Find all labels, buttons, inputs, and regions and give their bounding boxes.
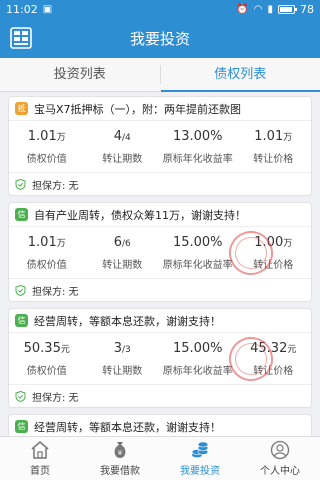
nav-label: 个人中心: [260, 466, 300, 477]
bottom-nav: 首页 ¥ 我要借款 我要投资 个人中心: [0, 436, 320, 480]
list-tabs: 投资列表 债权列表: [0, 58, 320, 92]
credit-tag: 信: [15, 314, 28, 327]
battery-icon: [278, 4, 297, 14]
person-icon: [270, 440, 290, 460]
page-title: 我要投资: [129, 29, 190, 48]
stat-label: 转让期数: [102, 153, 143, 165]
stat-value: 1.01: [254, 128, 284, 144]
coins-icon: [191, 441, 209, 458]
status-time: 11:02: [6, 2, 38, 16]
stat-annual-yield: 13.00% 原标年化收益率: [160, 121, 236, 172]
nav-invest[interactable]: 我要投资: [160, 437, 240, 480]
stat-unit: /6: [122, 238, 131, 249]
app-header: 我要投资: [0, 18, 320, 58]
stat-unit: 元: [60, 344, 70, 355]
nav-borrow[interactable]: ¥ 我要借款: [80, 437, 160, 480]
stat-unit: 万: [283, 238, 293, 249]
debt-card[interactable]: 信 自有产业周转，债权众筹11万，谢谢支持！ 1.01万 债权价值 6/6 转让…: [8, 202, 312, 302]
card-title: 经营周转，等额本息还款，谢谢支持！: [34, 420, 221, 434]
credit-tag: 信: [15, 208, 28, 221]
status-bar: 11:02 ▣ ⏰ ◠ ▮ 78: [0, 0, 320, 18]
debt-card[interactable]: 信 经营周转，等额本息还款，谢谢支持！ 50.35元 债权价值 3/3 转让期数…: [8, 308, 312, 408]
stat-annual-yield: 15.00% 原标年化收益率: [160, 227, 236, 278]
card-title: 宝马X7抵押标（一），附：两年提前还款图: [34, 102, 242, 116]
shield-icon: [15, 284, 26, 296]
card-stats: 1.01万 债权价值 6/6 转让期数 15.00% 原标年化收益率 1.00万…: [9, 225, 311, 281]
stat-unit: 万: [56, 238, 66, 249]
mortgage-tag: 抵: [15, 102, 28, 115]
notification-icon: ▣: [42, 3, 53, 15]
stat-label: 转让期数: [102, 259, 143, 271]
card-header: 抵 宝马X7抵押标（一），附：两年提前还款图: [9, 97, 311, 121]
alarm-icon: ⏰: [236, 3, 249, 15]
card-title: 经营周转，等额本息还款，谢谢支持！: [34, 314, 221, 328]
stat-transfer-periods: 3/3 转让期数: [85, 333, 161, 384]
stat-label: 债权价值: [26, 259, 67, 271]
nav-label: 我要借款: [100, 466, 140, 477]
wifi-icon: ◠: [253, 3, 263, 15]
card-header: 信 经营周转，等额本息还款，谢谢支持！: [9, 415, 311, 436]
card-stats: 1.01万 债权价值 4/4 转让期数 13.00% 原标年化收益率 1.01万…: [9, 121, 311, 173]
shield-icon: [15, 390, 26, 402]
shield-icon: [15, 178, 26, 190]
stat-unit: 万: [56, 132, 66, 143]
stat-transfer-periods: 4/4 转让期数: [85, 121, 161, 172]
guarantee-row: 担保方: 无: [9, 173, 311, 195]
grid-menu-icon[interactable]: [10, 27, 32, 49]
stat-value: 4: [113, 128, 122, 144]
home-icon: [31, 441, 49, 459]
stat-label: 原标年化收益率: [162, 365, 233, 377]
stat-value: 50.35: [23, 340, 61, 356]
stat-label: 债权价值: [26, 153, 67, 165]
stat-debt-value: 50.35元 债权价值: [9, 333, 85, 384]
stat-transfer-price: 1.01万 转让价格: [236, 121, 312, 172]
debt-list[interactable]: 抵 宝马X7抵押标（一），附：两年提前还款图 1.01万 债权价值 4/4 转让…: [0, 92, 320, 436]
stat-transfer-periods: 6/6 转让期数: [85, 227, 161, 278]
svg-text:¥: ¥: [118, 449, 123, 457]
money-bag-icon: ¥: [114, 442, 126, 458]
stat-unit: 元: [287, 344, 297, 355]
card-header: 信 自有产业周转，债权众筹11万，谢谢支持！: [9, 203, 311, 227]
guarantee-row: 担保方: 无: [9, 385, 311, 407]
stat-label: 债权价值: [26, 365, 67, 377]
stat-unit: 万: [283, 132, 293, 143]
guarantee-text: 担保方: 无: [32, 286, 79, 298]
nav-home[interactable]: 首页: [0, 437, 80, 480]
guarantee-text: 担保方: 无: [32, 180, 79, 192]
stat-annual-yield: 15.00% 原标年化收益率: [160, 333, 236, 384]
stat-value: 6: [113, 234, 122, 250]
stat-value: 1.01: [27, 234, 57, 250]
nav-profile[interactable]: 个人中心: [240, 437, 320, 480]
nav-label: 我要投资: [180, 466, 220, 477]
stat-debt-value: 1.01万 债权价值: [9, 121, 85, 172]
battery-level: 78: [300, 2, 314, 16]
card-title: 自有产业周转，债权众筹11万，谢谢支持！: [34, 208, 246, 222]
stat-label: 原标年化收益率: [162, 153, 233, 165]
stat-unit: /3: [122, 344, 131, 355]
tab-debt-list[interactable]: 债权列表: [160, 58, 320, 92]
stat-label: 转让价格: [253, 153, 294, 165]
stat-value: 15.00%: [172, 340, 223, 356]
stat-value: 13.00%: [172, 128, 223, 144]
card-header: 信 经营周转，等额本息还款，谢谢支持！: [9, 309, 311, 333]
stat-label: 转让期数: [102, 365, 143, 377]
stat-value: 1.01: [27, 128, 57, 144]
guarantee-text: 担保方: 无: [32, 392, 79, 404]
nav-label: 首页: [30, 466, 50, 477]
stat-label: 原标年化收益率: [162, 259, 233, 271]
stat-value: 3: [113, 340, 122, 356]
guarantee-row: 担保方: 无: [9, 279, 311, 301]
debt-card[interactable]: 抵 宝马X7抵押标（一），附：两年提前还款图 1.01万 债权价值 4/4 转让…: [8, 96, 312, 196]
stat-debt-value: 1.01万 债权价值: [9, 227, 85, 278]
credit-tag: 信: [15, 420, 28, 433]
stat-unit: /4: [122, 132, 131, 143]
signal-icon: ▮: [267, 3, 273, 15]
debt-card[interactable]: 信 经营周转，等额本息还款，谢谢支持！: [8, 414, 312, 436]
card-stats: 50.35元 债权价值 3/3 转让期数 15.00% 原标年化收益率 45.3…: [9, 331, 311, 387]
tab-investment-list[interactable]: 投资列表: [0, 58, 160, 91]
stat-value: 15.00%: [172, 234, 223, 250]
